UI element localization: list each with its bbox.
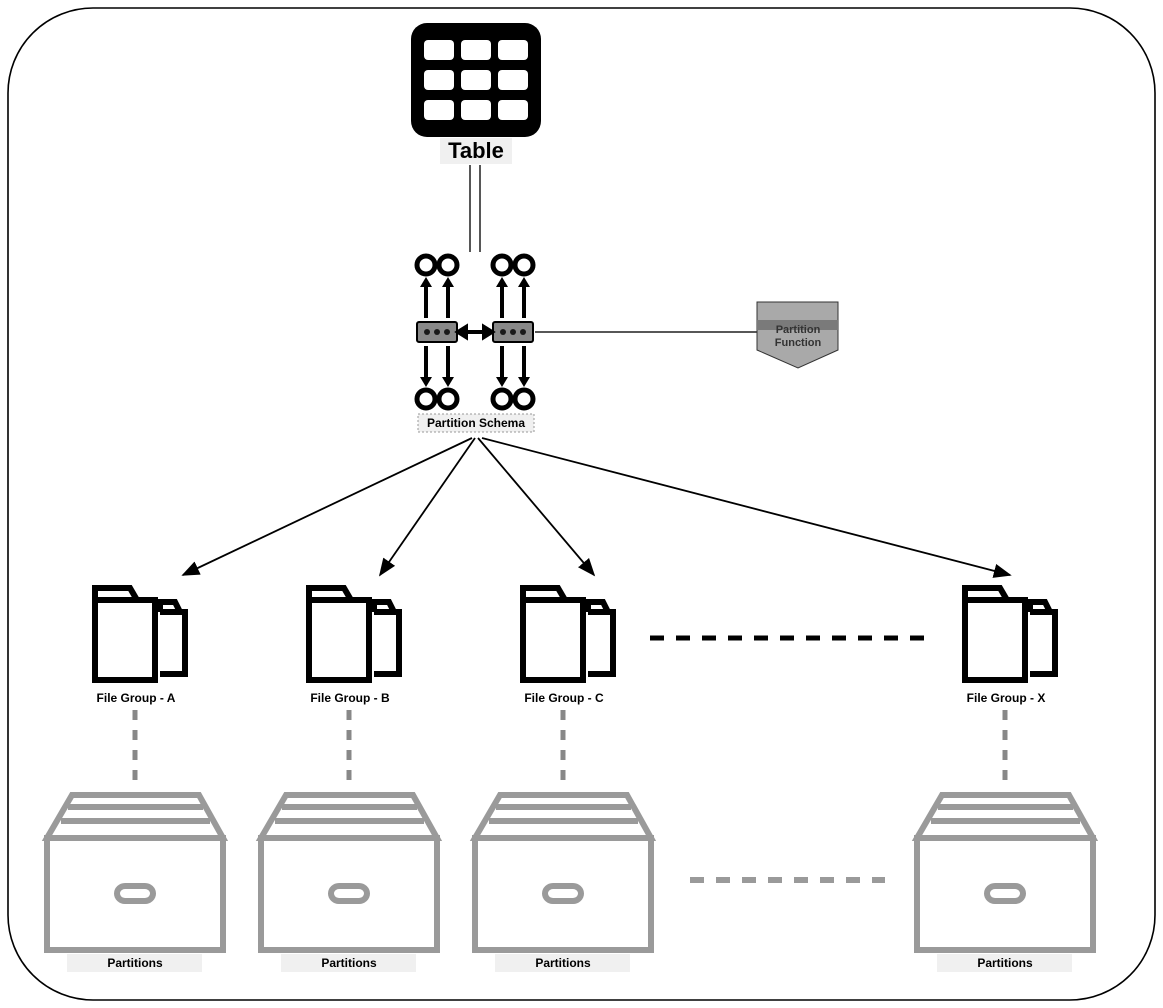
partitions-label-b: Partitions [321,956,377,970]
connectors-filegroup-to-partition [135,710,1005,790]
partition-c-icon: Partitions [475,795,651,972]
partition-schema-label: Partition Schema [427,416,525,430]
partitioning-diagram: Table [0,0,1163,1008]
filegroup-a-label: File Group - A [97,691,176,705]
diagram-svg: Table [0,0,1163,1008]
diagram-border [8,8,1155,1000]
partition-b-icon: Partitions [261,795,437,972]
filegroup-b-icon: File Group - B [309,588,399,705]
table-label: Table [448,138,504,163]
filegroup-c-label: File Group - C [524,691,604,705]
filegroup-a-icon: File Group - A [95,588,185,705]
arrows-schema-to-filegroups [183,438,1010,575]
partitions-label-a: Partitions [107,956,163,970]
partition-function-label-line2: Function [775,337,822,349]
partitions-label-c: Partitions [535,956,591,970]
partition-schema-icon: Partition Schema [417,256,534,432]
filegroup-c-icon: File Group - C [523,588,613,705]
filegroup-x-icon: File Group - X [965,588,1055,705]
connector-table-to-schema [470,165,480,252]
filegroup-x-label: File Group - X [967,691,1046,705]
partition-x-icon: Partitions [917,795,1093,972]
partition-a-icon: Partitions [47,795,223,972]
filegroup-b-label: File Group - B [310,691,390,705]
partitions-label-x: Partitions [977,956,1033,970]
partition-function-node: Partition Function [535,302,838,368]
partition-function-label-line1: Partition [776,324,821,336]
table-icon: Table [411,23,541,164]
